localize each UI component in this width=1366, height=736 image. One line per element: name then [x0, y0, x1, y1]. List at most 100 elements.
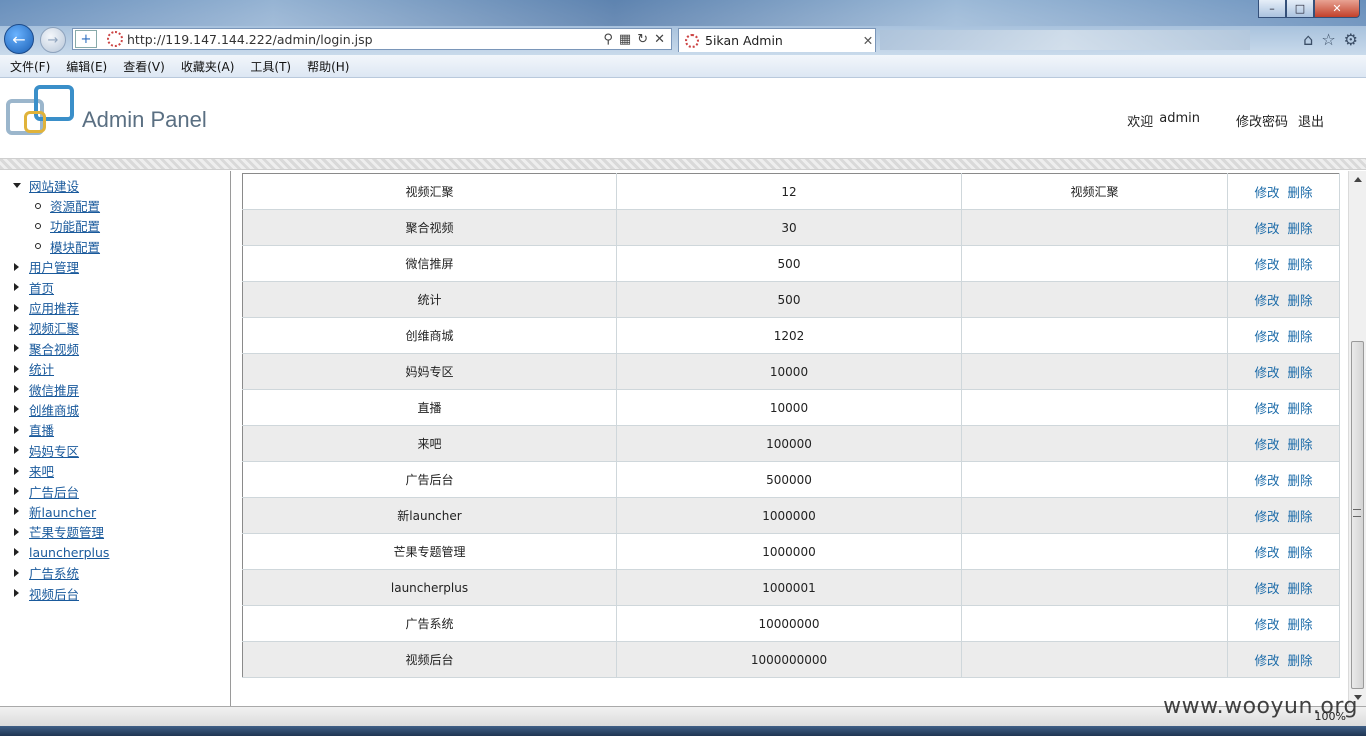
url-text[interactable]: http://119.147.144.222/admin/login.jsp: [127, 32, 603, 47]
delete-link[interactable]: 删除: [1288, 473, 1313, 488]
change-password-link[interactable]: 修改密码: [1236, 111, 1288, 130]
edit-link[interactable]: 修改: [1254, 617, 1279, 632]
edit-link[interactable]: 修改: [1254, 581, 1279, 596]
add-icon[interactable]: +: [75, 30, 97, 48]
sidebar-item[interactable]: 广告系统: [0, 562, 230, 582]
sidebar-subitem[interactable]: 资源配置: [0, 195, 230, 215]
sidebar-item[interactable]: 统计: [0, 359, 230, 379]
delete-link[interactable]: 删除: [1288, 329, 1313, 344]
sidebar-item[interactable]: 直播: [0, 420, 230, 440]
menu-file[interactable]: 文件(F): [10, 58, 50, 75]
sidebar-item-label[interactable]: 广告后台: [29, 482, 79, 501]
maximize-button[interactable]: □: [1286, 0, 1314, 18]
sidebar-item[interactable]: 妈妈专区: [0, 440, 230, 460]
menu-edit[interactable]: 编辑(E): [66, 58, 107, 75]
edit-link[interactable]: 修改: [1254, 257, 1279, 272]
delete-link[interactable]: 删除: [1288, 545, 1313, 560]
delete-link[interactable]: 删除: [1288, 437, 1313, 452]
delete-link[interactable]: 删除: [1288, 293, 1313, 308]
edit-link[interactable]: 修改: [1254, 437, 1279, 452]
edit-link[interactable]: 修改: [1254, 185, 1279, 200]
browser-tab[interactable]: 5ikan Admin ✕: [678, 28, 876, 52]
sidebar-item-label[interactable]: 新launcher: [29, 502, 96, 521]
delete-link[interactable]: 删除: [1288, 653, 1313, 668]
delete-link[interactable]: 删除: [1288, 185, 1313, 200]
sidebar-item-label[interactable]: 用户管理: [29, 257, 79, 276]
menu-view[interactable]: 查看(V): [123, 58, 165, 75]
sidebar-item[interactable]: 创维商城: [0, 399, 230, 419]
cell-note: [961, 317, 1228, 354]
caret-right-icon: [14, 385, 19, 394]
compat-view-icon[interactable]: ▦: [619, 32, 631, 47]
sidebar-subitem-label[interactable]: 资源配置: [50, 196, 100, 215]
back-button[interactable]: ←: [4, 24, 34, 54]
delete-link[interactable]: 删除: [1288, 365, 1313, 380]
sidebar-item[interactable]: launcherplus: [0, 542, 230, 562]
delete-link[interactable]: 删除: [1288, 509, 1313, 524]
delete-link[interactable]: 删除: [1288, 221, 1313, 236]
sidebar-item[interactable]: 首页: [0, 277, 230, 297]
refresh-icon[interactable]: ↻: [637, 32, 648, 47]
delete-link[interactable]: 删除: [1288, 401, 1313, 416]
sidebar-item-label[interactable]: 芒果专题管理: [29, 522, 104, 541]
sidebar-item-label[interactable]: launcherplus: [29, 545, 109, 560]
sidebar-item-label[interactable]: 视频后台: [29, 584, 79, 603]
sidebar-item-label[interactable]: 来吧: [29, 461, 54, 480]
sidebar-item[interactable]: 新launcher: [0, 501, 230, 521]
sidebar-item-label[interactable]: 应用推荐: [29, 298, 79, 317]
delete-link[interactable]: 删除: [1288, 617, 1313, 632]
menu-favorites[interactable]: 收藏夹(A): [181, 58, 235, 75]
sidebar-item[interactable]: 视频后台: [0, 583, 230, 603]
sidebar-item[interactable]: 聚合视频: [0, 338, 230, 358]
delete-link[interactable]: 删除: [1288, 581, 1313, 596]
sidebar-item[interactable]: 用户管理: [0, 257, 230, 277]
sidebar-subitem-label[interactable]: 模块配置: [50, 237, 100, 256]
search-icon[interactable]: ⚲: [603, 32, 613, 47]
menu-tools[interactable]: 工具(T): [250, 58, 291, 75]
sidebar-item-label[interactable]: 微信推屏: [29, 380, 79, 399]
close-window-button[interactable]: ✕: [1314, 0, 1360, 18]
edit-link[interactable]: 修改: [1254, 293, 1279, 308]
minimize-button[interactable]: –: [1258, 0, 1286, 18]
address-bar[interactable]: + http://119.147.144.222/admin/login.jsp…: [72, 28, 672, 50]
favorites-star-icon[interactable]: ☆: [1321, 30, 1335, 49]
sidebar-subitem[interactable]: 功能配置: [0, 216, 230, 236]
sidebar-item-label[interactable]: 视频汇聚: [29, 318, 79, 337]
home-icon[interactable]: ⌂: [1303, 30, 1313, 49]
sidebar-item-label[interactable]: 网站建设: [29, 176, 79, 195]
sidebar-item-website[interactable]: 网站建设: [0, 175, 230, 195]
stop-icon[interactable]: ✕: [654, 32, 665, 47]
edit-link[interactable]: 修改: [1254, 221, 1279, 236]
scroll-up-icon[interactable]: [1354, 177, 1362, 182]
edit-link[interactable]: 修改: [1254, 545, 1279, 560]
sidebar-item-label[interactable]: 统计: [29, 359, 54, 378]
forward-button[interactable]: →: [40, 27, 66, 53]
sidebar-item-label[interactable]: 聚合视频: [29, 339, 79, 358]
delete-link[interactable]: 删除: [1288, 257, 1313, 272]
sidebar-item[interactable]: 芒果专题管理: [0, 522, 230, 542]
sidebar-item-label[interactable]: 直播: [29, 420, 54, 439]
sidebar-item-label[interactable]: 首页: [29, 278, 54, 297]
sidebar-subitem-label[interactable]: 功能配置: [50, 216, 100, 235]
logout-link[interactable]: 退出: [1298, 111, 1324, 130]
sidebar-item[interactable]: 应用推荐: [0, 297, 230, 317]
sidebar-item-label[interactable]: 妈妈专区: [29, 441, 79, 460]
sidebar-subitem[interactable]: 模块配置: [0, 236, 230, 256]
sidebar-item[interactable]: 微信推屏: [0, 379, 230, 399]
edit-link[interactable]: 修改: [1254, 509, 1279, 524]
vertical-scrollbar[interactable]: [1348, 171, 1366, 706]
edit-link[interactable]: 修改: [1254, 653, 1279, 668]
sidebar-item-label[interactable]: 创维商城: [29, 400, 79, 419]
close-tab-icon[interactable]: ✕: [861, 33, 875, 48]
other-tabs[interactable]: [880, 30, 1250, 50]
sidebar-item[interactable]: 来吧: [0, 460, 230, 480]
sidebar-item[interactable]: 广告后台: [0, 481, 230, 501]
edit-link[interactable]: 修改: [1254, 401, 1279, 416]
edit-link[interactable]: 修改: [1254, 329, 1279, 344]
menu-help[interactable]: 帮助(H): [307, 58, 349, 75]
sidebar-item[interactable]: 视频汇聚: [0, 318, 230, 338]
gear-icon[interactable]: ⚙: [1344, 30, 1358, 49]
edit-link[interactable]: 修改: [1254, 365, 1279, 380]
edit-link[interactable]: 修改: [1254, 473, 1279, 488]
sidebar-item-label[interactable]: 广告系统: [29, 563, 79, 582]
